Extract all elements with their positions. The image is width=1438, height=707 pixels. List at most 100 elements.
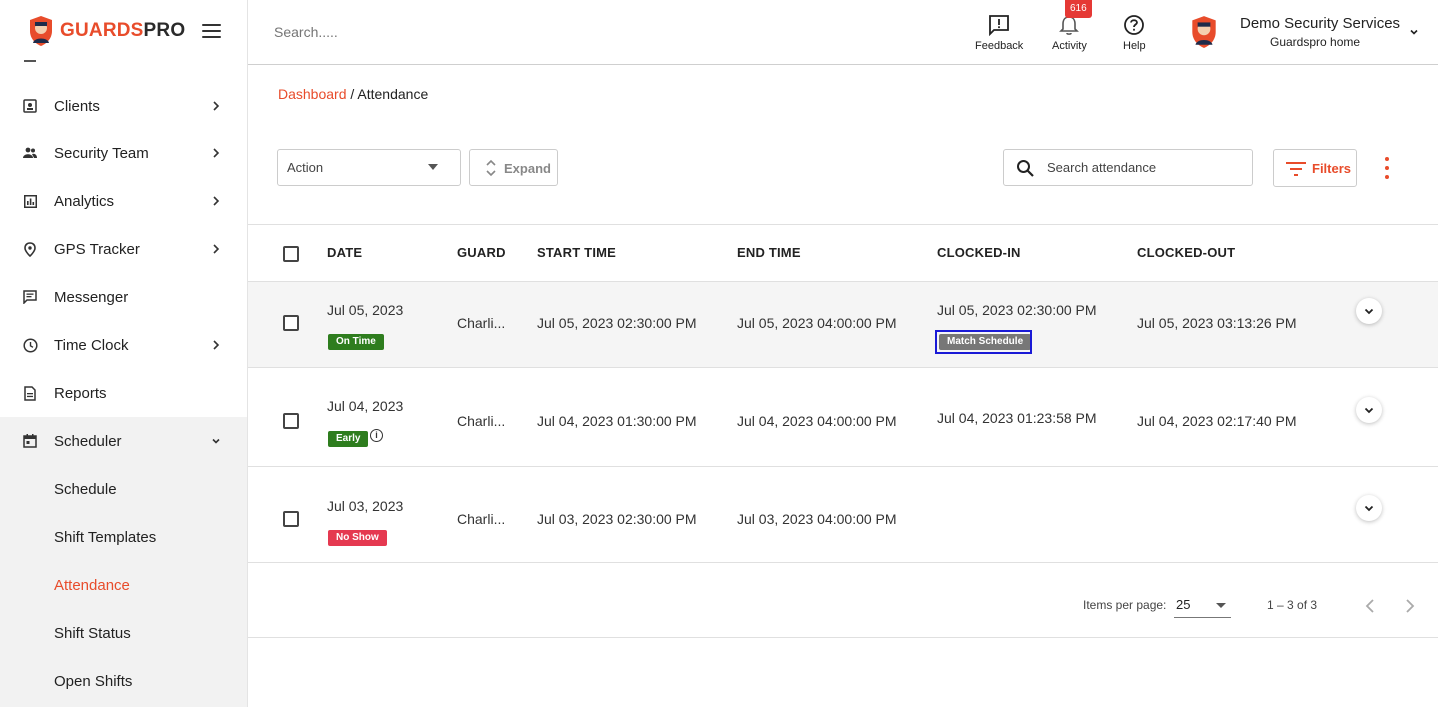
row-expand-button[interactable] — [1356, 397, 1382, 423]
activity-count-badge: 616 — [1065, 0, 1092, 18]
brand-name: GUARDSPRO — [60, 20, 185, 42]
dropdown-arrow-icon — [428, 164, 438, 170]
clipped-nav-item — [24, 60, 36, 62]
column-header-clocked-in[interactable]: CLOCKED-IN — [937, 245, 1021, 260]
sidebar-subitem-label: Open Shifts — [54, 672, 133, 690]
more-options-icon[interactable] — [1380, 157, 1394, 181]
sidebar-item-label: GPS Tracker — [54, 240, 140, 258]
guardspro-logo[interactable]: GUARDSPRO — [28, 15, 185, 47]
row-checkbox[interactable] — [283, 511, 299, 527]
calendar-icon — [22, 433, 38, 449]
sidebar-item-time-clock[interactable]: Time Clock — [0, 321, 247, 369]
sidebar-subitem-attendance[interactable]: Attendance — [0, 561, 247, 609]
unfold-icon — [486, 159, 496, 177]
search-icon — [1017, 160, 1034, 177]
row-clocked-out: Jul 04, 2023 02:17:40 PM — [1137, 413, 1297, 429]
status-badge: On Time — [328, 334, 384, 350]
row-end-time: Jul 03, 2023 04:00:00 PM — [737, 511, 897, 527]
focus-highlight — [935, 330, 1032, 354]
sidebar-subitem-shift-status[interactable]: Shift Status — [0, 609, 247, 657]
next-page-icon[interactable] — [1402, 597, 1418, 615]
user-avatar-icon[interactable] — [1189, 15, 1219, 49]
sidebar-item-label: Analytics — [54, 192, 115, 210]
row-start-time: Jul 04, 2023 01:30:00 PM — [537, 413, 697, 429]
attendance-search — [1003, 149, 1253, 186]
row-expand-button[interactable] — [1356, 495, 1382, 521]
chevron-right-icon — [213, 196, 220, 206]
feedback-button[interactable]: Feedback — [975, 14, 1023, 52]
row-end-time: Jul 04, 2023 04:00:00 PM — [737, 413, 897, 429]
sidebar: GUARDSPRO Clients Security Team Analytic… — [0, 0, 248, 707]
menu-toggle-icon[interactable] — [202, 24, 221, 40]
filters-button[interactable]: Filters — [1273, 149, 1357, 187]
sidebar-subitem-label: Attendance — [54, 576, 130, 594]
previous-page-icon[interactable] — [1362, 597, 1378, 615]
sidebar-item-reports[interactable]: Reports — [0, 369, 247, 417]
table-bottom-divider — [248, 637, 1438, 638]
user-subtitle: Guardspro home — [1270, 35, 1361, 49]
brand-part-2: PRO — [143, 20, 186, 41]
chevron-right-icon — [213, 244, 220, 254]
row-guard[interactable]: Charli... — [457, 511, 505, 527]
select-all-checkbox[interactable] — [283, 246, 299, 262]
activity-button[interactable]: Activity — [1052, 14, 1087, 52]
row-start-time: Jul 03, 2023 02:30:00 PM — [537, 511, 697, 527]
row-guard[interactable]: Charli... — [457, 413, 505, 429]
global-search-input[interactable] — [274, 24, 574, 40]
items-per-page-select[interactable]: 25 — [1174, 596, 1231, 618]
contact-card-icon — [22, 98, 38, 114]
row-checkbox[interactable] — [283, 413, 299, 429]
sidebar-subitem-label: Schedule — [54, 480, 117, 498]
sidebar-item-messenger[interactable]: Messenger — [0, 273, 247, 321]
row-date: Jul 05, 2023 — [327, 302, 404, 318]
row-clocked-in: Jul 05, 2023 02:30:00 PM — [937, 302, 1097, 318]
filters-label: Filters — [1312, 161, 1352, 176]
column-header-end-time[interactable]: END TIME — [737, 245, 801, 260]
chevron-down-icon — [1364, 505, 1374, 512]
breadcrumb-dashboard-link[interactable]: Dashboard — [278, 86, 347, 102]
row-expand-button[interactable] — [1356, 298, 1382, 324]
sidebar-item-scheduler[interactable]: Scheduler — [0, 417, 247, 465]
column-header-guard[interactable]: GUARD — [457, 245, 506, 260]
sidebar-subitem-shift-templates[interactable]: Shift Templates — [0, 513, 247, 561]
feedback-label: Feedback — [975, 40, 1024, 52]
sidebar-item-analytics[interactable]: Analytics — [0, 177, 247, 225]
column-header-date[interactable]: DATE — [327, 245, 362, 260]
message-icon — [22, 289, 38, 305]
chevron-right-icon — [213, 101, 220, 111]
breadcrumb-current: Attendance — [357, 86, 429, 102]
document-icon — [22, 385, 38, 401]
sidebar-item-gps-tracker[interactable]: GPS Tracker — [0, 225, 247, 273]
sidebar-subitem-schedule[interactable]: Schedule — [0, 465, 247, 513]
items-per-page-value: 25 — [1176, 597, 1191, 612]
row-guard[interactable]: Charli... — [457, 315, 505, 331]
sidebar-item-label: Security Team — [54, 144, 149, 162]
feedback-icon — [989, 15, 1010, 36]
sidebar-item-label: Clients — [54, 97, 100, 115]
filter-icon — [1286, 162, 1306, 176]
help-icon — [1124, 15, 1145, 35]
sidebar-item-label: Time Clock — [54, 336, 129, 354]
row-date: Jul 04, 2023 — [327, 398, 404, 414]
action-select[interactable]: Action — [277, 149, 461, 186]
status-badge: No Show — [328, 530, 387, 546]
column-header-clocked-out[interactable]: CLOCKED-OUT — [1137, 245, 1235, 260]
row-clocked-out: Jul 05, 2023 03:13:26 PM — [1137, 315, 1297, 331]
items-per-page-label: Items per page: — [1083, 598, 1167, 612]
expand-button[interactable]: Expand — [469, 149, 558, 186]
user-name: Demo Security Services — [1240, 15, 1401, 32]
sidebar-item-clients[interactable]: Clients — [0, 82, 247, 130]
status-badge: Early — [328, 431, 369, 447]
sidebar-subitem-open-shifts[interactable]: Open Shifts — [0, 657, 247, 705]
sidebar-item-security-team[interactable]: Security Team — [0, 129, 247, 177]
brand-part-1: GUARDS — [60, 20, 144, 41]
help-button[interactable]: Help — [1123, 14, 1146, 52]
attendance-search-input[interactable] — [1047, 160, 1237, 175]
column-header-start-time[interactable]: START TIME — [537, 245, 616, 260]
chevron-down-icon[interactable] — [1408, 26, 1420, 38]
row-checkbox[interactable] — [283, 315, 299, 331]
sidebar-item-label: Scheduler — [54, 432, 122, 450]
info-icon[interactable]: i — [370, 429, 383, 442]
row-clocked-in: Jul 04, 2023 01:23:58 PM — [937, 410, 1097, 426]
sidebar-subitem-label: Shift Templates — [54, 528, 157, 546]
